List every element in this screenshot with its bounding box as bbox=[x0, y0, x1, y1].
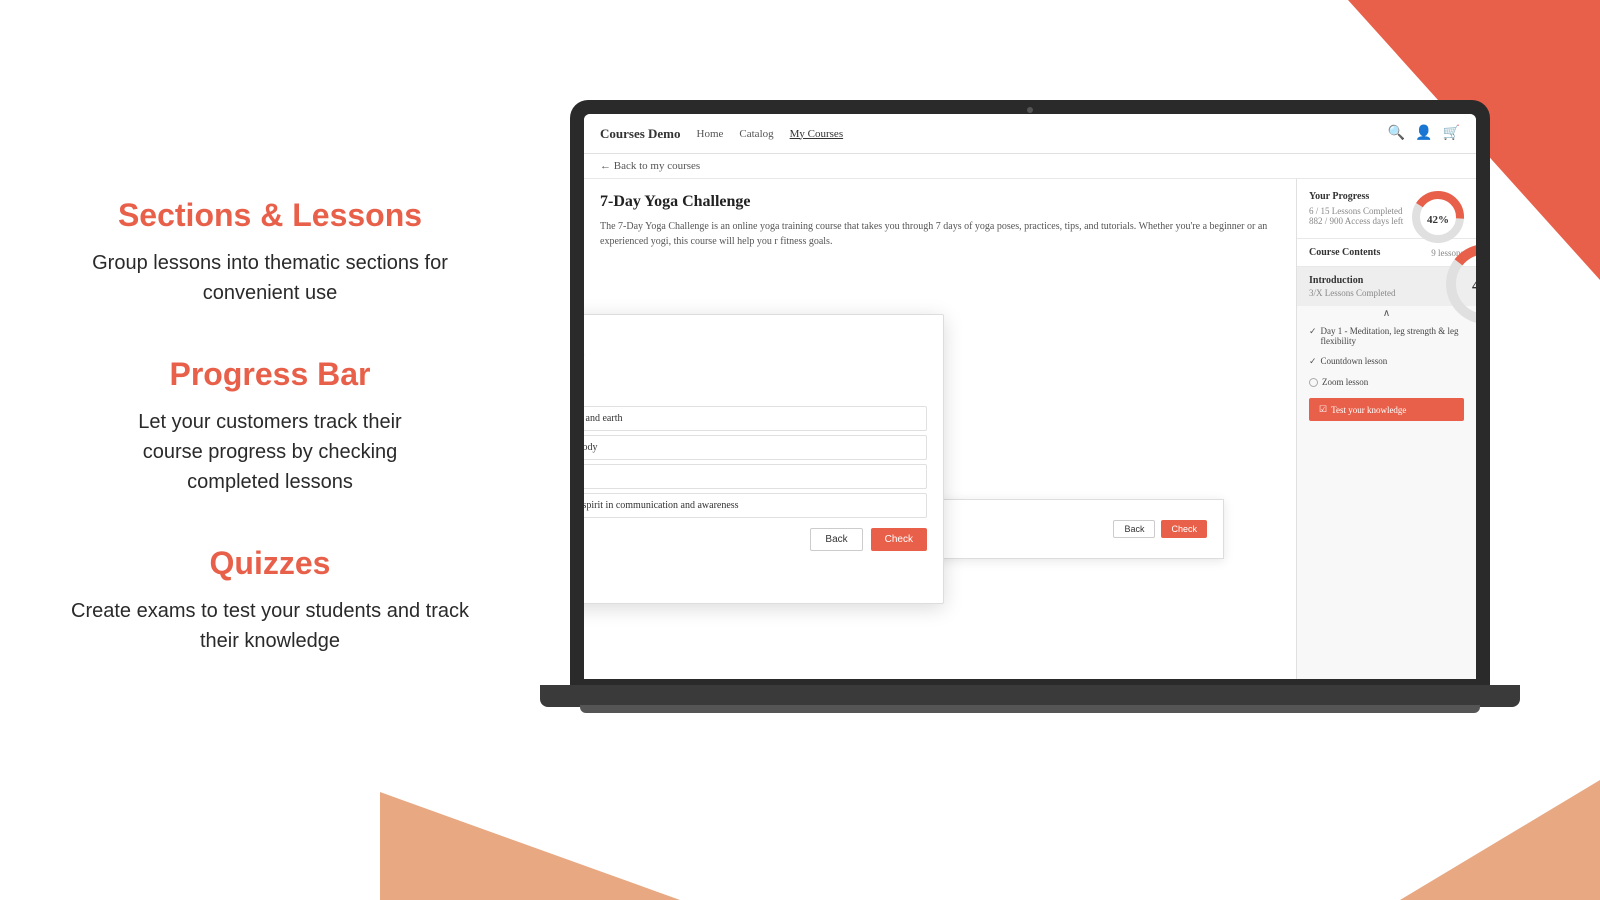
large-donut-svg bbox=[1441, 239, 1476, 329]
donut-percent: 42% bbox=[1427, 214, 1449, 226]
quiz-action-buttons: Back Check bbox=[584, 528, 927, 551]
laptop-base bbox=[540, 685, 1520, 707]
quiz-modal-title: Test your yoga knowledge bbox=[584, 346, 927, 362]
quiz-sidebar-item[interactable]: ☑ Test your knowledge bbox=[1309, 398, 1464, 421]
laptop-base-bottom bbox=[580, 705, 1480, 713]
question-label: Question 1: bbox=[584, 372, 927, 383]
sections-lessons-desc: Group lessons into thematic sections for… bbox=[60, 248, 480, 308]
laptop-frame: Courses Demo Home Catalog My Courses 🔍 👤… bbox=[570, 100, 1490, 690]
user-icon[interactable]: 👤 bbox=[1415, 125, 1432, 142]
option-4-text: The union of mind, body & spirit in comm… bbox=[584, 500, 739, 511]
progress-section: Your Progress 6 / 15 Lessons Completed 8… bbox=[1297, 179, 1476, 239]
lesson-3-radio bbox=[1309, 378, 1318, 387]
quizzes-desc: Create exams to test your students and t… bbox=[60, 596, 480, 656]
browser-ui: Courses Demo Home Catalog My Courses 🔍 👤… bbox=[584, 114, 1476, 679]
feature-quizzes: Quizzes Create exams to test your studen… bbox=[60, 545, 480, 656]
course-sidebar: Your Progress 6 / 15 Lessons Completed 8… bbox=[1296, 179, 1476, 679]
quiz-back-button[interactable]: Back bbox=[810, 528, 862, 551]
browser-navbar: Courses Demo Home Catalog My Courses 🔍 👤… bbox=[584, 114, 1476, 154]
nav-link-mycourses[interactable]: My Courses bbox=[790, 128, 843, 140]
quizzes-title: Quizzes bbox=[60, 545, 480, 582]
camera-dot bbox=[1027, 107, 1033, 113]
quiz-check-button[interactable]: Check bbox=[871, 528, 927, 551]
quiz-option-3[interactable]: The peace of mind and soul bbox=[584, 464, 927, 489]
nav-link-catalog[interactable]: Catalog bbox=[739, 128, 773, 140]
feature-sections-lessons: Sections & Lessons Group lessons into th… bbox=[60, 197, 480, 308]
laptop-mockup: Courses Demo Home Catalog My Courses 🔍 👤… bbox=[570, 100, 1530, 820]
progress-bar-title: Progress Bar bbox=[60, 356, 480, 393]
nav-links: Home Catalog My Courses bbox=[697, 128, 1372, 140]
quiz-behind-buttons: Back Check bbox=[1113, 520, 1207, 538]
quiz-option-4[interactable]: The union of mind, body & spirit in comm… bbox=[584, 493, 927, 518]
quiz-behind-back[interactable]: Back bbox=[1113, 520, 1155, 538]
option-1-text: The union of the sun, moon, and earth bbox=[584, 413, 622, 424]
lesson-2-text: Countdown lesson bbox=[1321, 356, 1388, 366]
lesson-item-3[interactable]: Zoom lesson bbox=[1297, 372, 1476, 392]
progress-donut-large: 42% bbox=[1441, 239, 1476, 334]
lesson-2-check: ✓ bbox=[1309, 356, 1317, 367]
left-panel: Sections & Lessons Group lessons into th… bbox=[0, 0, 540, 900]
quiz-behind-check[interactable]: Check bbox=[1161, 520, 1207, 538]
course-title: 7-Day Yoga Challenge bbox=[600, 193, 1280, 211]
course-main: 7-Day Yoga Challenge The 7-Day Yoga Chal… bbox=[584, 179, 1296, 679]
quiz-checkbox-icon: ☑ bbox=[1319, 404, 1327, 415]
quiz-modal: Quiz Test your yoga knowledge Question 1… bbox=[584, 314, 944, 604]
quiz-label: Quiz bbox=[584, 331, 927, 342]
progress-bar-desc: Let your customers track theircourse pro… bbox=[60, 407, 480, 497]
contents-title: Course Contents bbox=[1309, 247, 1380, 258]
search-icon[interactable]: 🔍 bbox=[1388, 125, 1405, 142]
quiz-option-2[interactable]: The union mind, soul, and body bbox=[584, 435, 927, 460]
nav-brand: Courses Demo bbox=[600, 126, 681, 142]
sections-lessons-title: Sections & Lessons bbox=[60, 197, 480, 234]
lesson-1-check: ✓ bbox=[1309, 326, 1317, 337]
quiz-option-1[interactable]: The union of the sun, moon, and earth bbox=[584, 406, 927, 431]
course-content-area: 7-Day Yoga Challenge The 7-Day Yoga Chal… bbox=[584, 179, 1476, 679]
question-text: The term Yoga is said to mean: bbox=[584, 385, 927, 396]
feature-progress-bar: Progress Bar Let your customers track th… bbox=[60, 356, 480, 497]
nav-link-home[interactable]: Home bbox=[697, 128, 724, 140]
cart-icon[interactable]: 🛒 bbox=[1443, 125, 1460, 142]
large-donut-percent: 42% bbox=[1472, 279, 1476, 295]
course-description: The 7-Day Yoga Challenge is an online yo… bbox=[600, 219, 1280, 249]
option-2-text: The union mind, soul, and body bbox=[584, 442, 598, 453]
lesson-item-2[interactable]: ✓ Countdown lesson bbox=[1297, 351, 1476, 372]
laptop-screen: Courses Demo Home Catalog My Courses 🔍 👤… bbox=[584, 114, 1476, 679]
quiz-sidebar-label: Test your knowledge bbox=[1331, 405, 1406, 415]
back-link[interactable]: ← Back to my courses bbox=[584, 154, 1476, 179]
lesson-3-text: Zoom lesson bbox=[1322, 377, 1368, 387]
nav-icons: 🔍 👤 🛒 bbox=[1388, 125, 1460, 142]
course-desc-end: r fitness goals. bbox=[774, 236, 832, 247]
